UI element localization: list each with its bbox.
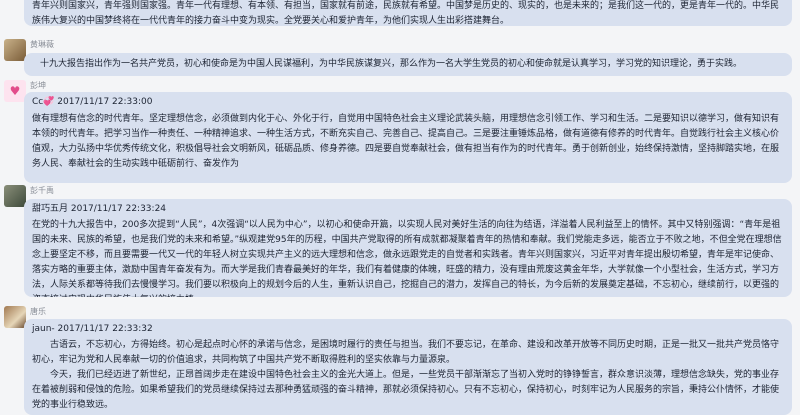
message-bubble: jaun- 2017/11/17 22:33:32 古语云，不忘初心，方得始终。… bbox=[24, 319, 792, 415]
avatar[interactable] bbox=[4, 306, 26, 328]
message-text: 青年兴则国家兴，青年强则国家强。青年一代有理想、有本领、有担当，国家就有前途，民… bbox=[32, 1, 780, 26]
avatar[interactable] bbox=[4, 39, 26, 61]
message-text: 古语云，不忘初心，方得始终。初心是起点时心怀的承诺与信念，是困境时履行的责任与担… bbox=[32, 340, 780, 365]
avatar[interactable] bbox=[4, 185, 26, 207]
heart-icon: ♥ bbox=[9, 84, 21, 98]
sender-name: 唐乐 bbox=[30, 307, 46, 316]
message-meta: Cc💞 2017/11/17 22:33:00 bbox=[32, 97, 153, 107]
message-meta: jaun- 2017/11/17 22:33:32 bbox=[32, 324, 153, 334]
message-bubble: 甜巧五月 2017/11/17 22:33:24 在党的十九大报告中，200多次… bbox=[24, 199, 792, 297]
sender-name: 黄琳薇 bbox=[30, 40, 54, 49]
message-text: 在党的十九大报告中，200多次提到“人民”，4次强调“以人民为中心”，以初心和使… bbox=[32, 220, 782, 297]
message-text: 十九大报告指出作为一名共产党员，初心和使命是为中国人民谋福利，为中华民族谋复兴，… bbox=[40, 59, 743, 69]
avatar[interactable]: ♥ bbox=[4, 80, 26, 102]
message-bubble: 青年兴则国家兴，青年强则国家强。青年一代有理想、有本领、有担当，国家就有前途，民… bbox=[24, 0, 792, 26]
message-text: 今天，我们已经迈进了新世纪，正昂首阔步走在建设中国特色社会主义的金光大道上。但是… bbox=[32, 370, 780, 410]
message-bubble: 十九大报告指出作为一名共产党员，初心和使命是为中国人民谋福利，为中华民族谋复兴，… bbox=[24, 53, 792, 76]
sender-name: 彭千禹 bbox=[30, 186, 54, 195]
sender-name: 彭坤 bbox=[30, 81, 46, 90]
chat-history: 青年兴则国家兴，青年强则国家强。青年一代有理想、有本领、有担当，国家就有前途，民… bbox=[0, 0, 800, 415]
message-meta: 甜巧五月 2017/11/17 22:33:24 bbox=[32, 204, 167, 214]
message-bubble: Cc💞 2017/11/17 22:33:00 做有理想有信念的时代青年。坚定理… bbox=[24, 92, 792, 183]
message-text: 做有理想有信念的时代青年。坚定理想信念，必须做到内化于心、外化于行，自觉用中国特… bbox=[32, 114, 780, 169]
